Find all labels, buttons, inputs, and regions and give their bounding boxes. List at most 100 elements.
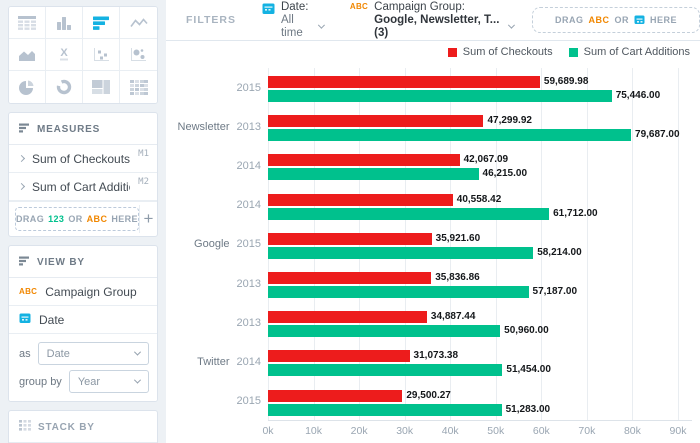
vis-type-bar-icon[interactable] xyxy=(83,7,120,39)
vis-type-headline-icon[interactable]: X xyxy=(46,39,83,71)
bar-cart-additions[interactable] xyxy=(268,90,612,102)
bar-checkouts[interactable] xyxy=(268,115,483,127)
category-labels: 2013 xyxy=(166,303,268,342)
vis-type-column-icon[interactable] xyxy=(46,7,83,39)
bars-zone: 29,500.2751,283.00 xyxy=(268,382,692,421)
chart-category-row: 2013 34,887.4450,960.00 xyxy=(166,303,692,342)
chart-legend: Sum of Checkouts Sum of Cart Additions xyxy=(448,46,690,58)
chart-category-row: Newsletter201347,299.9279,687.00 xyxy=(166,107,692,146)
bar-checkouts[interactable] xyxy=(268,311,427,323)
bar-cart-additions[interactable] xyxy=(268,404,502,416)
measure-item-checkouts[interactable]: Sum of Checkouts M1 xyxy=(9,145,157,173)
filter-name: Campaign Group: xyxy=(374,1,514,14)
date-as-select[interactable]: Date xyxy=(38,342,149,365)
vis-type-bubble-icon[interactable] xyxy=(120,39,157,71)
bar-value-label: 57,187.00 xyxy=(533,286,578,298)
dropzone-text: DRAG xyxy=(555,15,584,25)
attribute-label: Campaign Group xyxy=(45,285,149,299)
filter-dropzone[interactable]: DRAG ABC OR HERE xyxy=(532,7,700,33)
calendar-icon xyxy=(262,2,275,20)
vis-type-donut-icon[interactable] xyxy=(46,71,83,103)
category-labels: Newsletter2013 xyxy=(166,107,268,146)
calendar-icon xyxy=(634,14,645,27)
campaign-group-filter[interactable]: ABC Campaign Group: Google, Newsletter, … xyxy=(350,1,514,40)
chevron-down-icon xyxy=(134,349,141,356)
category-labels: 2015 xyxy=(166,68,268,107)
year-label: 2015 xyxy=(237,82,261,94)
app-root: X MEASURES Sum of Checkouts M1 Sum of Ca… xyxy=(0,0,700,443)
add-measure-button[interactable]: + xyxy=(139,205,157,233)
group-label: Google xyxy=(194,238,229,250)
bar-cart-additions[interactable] xyxy=(268,247,533,259)
bar-value-label: 29,500.27 xyxy=(406,390,451,402)
bars-zone: 35,921.6058,214.00 xyxy=(268,225,692,264)
bar-checkouts[interactable] xyxy=(268,154,460,166)
bar-value-label: 47,299.92 xyxy=(487,115,532,127)
chart-category-row: 201442,067.0946,215.00 xyxy=(166,146,692,185)
bar-cart-additions[interactable] xyxy=(268,129,631,141)
bars-zone: 34,887.4450,960.00 xyxy=(268,303,692,342)
bar-checkouts[interactable] xyxy=(268,390,402,402)
view-by-item-date[interactable]: Date xyxy=(9,306,157,334)
bar-cart-additions[interactable] xyxy=(268,208,549,220)
group-label: Twitter xyxy=(197,356,229,368)
vis-type-heatmap-icon[interactable] xyxy=(120,71,157,103)
bar-checkouts[interactable] xyxy=(268,233,432,245)
category-labels: 2014 xyxy=(166,146,268,185)
measures-dropzone-row: DRAG 123 OR ABC HERE + xyxy=(9,201,157,236)
bar-cart-additions[interactable] xyxy=(268,325,500,337)
date-filter[interactable]: Date: All time xyxy=(262,1,324,40)
view-by-icon xyxy=(19,253,30,271)
vis-type-treemap-icon[interactable] xyxy=(83,71,120,103)
numeric-token: 123 xyxy=(48,214,64,224)
year-label: 2013 xyxy=(237,317,261,329)
chart-category-row: 201335,836.8657,187.00 xyxy=(166,264,692,303)
legend-label: Sum of Checkouts xyxy=(463,46,553,58)
x-tick-label: 0k xyxy=(262,425,273,437)
bar-checkouts[interactable] xyxy=(268,194,453,206)
bar-value-label: 42,067.09 xyxy=(464,154,509,166)
year-label: 2015 xyxy=(237,238,261,250)
legend-item[interactable]: Sum of Cart Additions xyxy=(569,46,690,58)
bars-zone: 31,073.3851,454.00 xyxy=(268,342,692,381)
vis-type-scatter-icon[interactable] xyxy=(83,39,120,71)
measures-panel: MEASURES Sum of Checkouts M1 Sum of Cart… xyxy=(8,112,158,237)
bar-cart-additions[interactable] xyxy=(268,364,502,376)
bar-checkouts[interactable] xyxy=(268,76,540,88)
bar-cart-additions[interactable] xyxy=(268,168,479,180)
vis-type-area-icon[interactable] xyxy=(9,39,46,71)
stack-by-icon xyxy=(19,418,31,436)
view-by-item-campaign-group[interactable]: ABC Campaign Group xyxy=(9,278,157,306)
select-value: Year xyxy=(78,376,100,388)
vis-type-line-icon[interactable] xyxy=(120,7,157,39)
bar-value-label: 58,214.00 xyxy=(537,247,582,259)
x-tick-label: 30k xyxy=(396,425,413,437)
group-by-label: group by xyxy=(19,376,62,388)
measures-dropzone[interactable]: DRAG 123 OR ABC HERE xyxy=(15,207,139,231)
stack-by-panel: STACK BY TO STACK BY AN ATTRIBUTE, AN IN… xyxy=(8,410,158,443)
visualization-switcher: X xyxy=(8,6,158,104)
legend-item[interactable]: Sum of Checkouts xyxy=(448,46,553,58)
chart-plot: 2015 59,689.9875,446.00Newsletter2013 47,2… xyxy=(166,68,692,421)
main-area: FILTERS Date: All time ABC Campaign Grou… xyxy=(166,0,700,443)
measure-item-cart-additions[interactable]: Sum of Cart Additions M2 xyxy=(9,173,157,201)
category-labels: 2015 xyxy=(166,382,268,421)
chart-category-row: 201529,500.2751,283.00 xyxy=(166,382,692,421)
bar-checkouts[interactable] xyxy=(268,350,410,362)
plot-rows: 2015 59,689.9875,446.00Newsletter2013 47,2… xyxy=(166,68,692,421)
x-tick-label: 60k xyxy=(533,425,550,437)
group-by-select[interactable]: Year xyxy=(69,370,149,393)
abc-token: ABC xyxy=(87,214,108,224)
bar-checkouts[interactable] xyxy=(268,272,431,284)
measures-title: MEASURES xyxy=(37,124,100,135)
vis-type-table-icon[interactable] xyxy=(9,7,46,39)
bar-cart-additions[interactable] xyxy=(268,286,529,298)
expand-icon[interactable] xyxy=(18,155,25,162)
vis-type-pie-icon[interactable] xyxy=(9,71,46,103)
measures-icon xyxy=(19,120,30,138)
bars-zone: 59,689.9875,446.00 xyxy=(268,68,692,107)
filter-value: All time xyxy=(281,14,314,40)
expand-icon[interactable] xyxy=(18,183,25,190)
year-label: 2014 xyxy=(237,199,261,211)
measure-label: Sum of Checkouts xyxy=(32,152,130,166)
